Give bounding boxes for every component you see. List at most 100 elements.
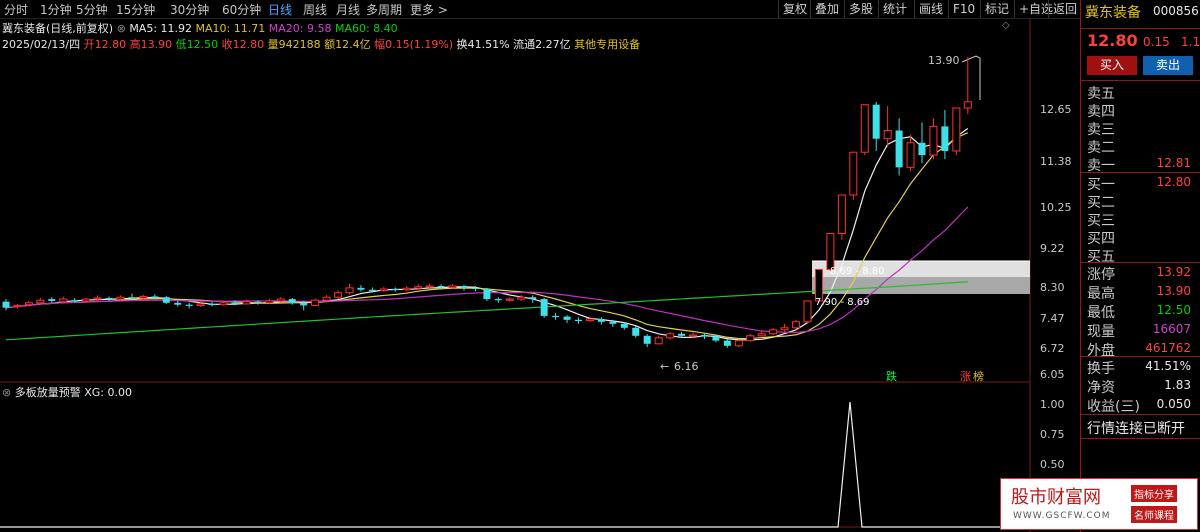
period-tab-5[interactable]: 60分钟 [222, 1, 261, 18]
stats2-row-2: 收益(三) 0.050 [1085, 396, 1197, 415]
toolbar-button-3[interactable]: 统计 [878, 0, 911, 18]
sell-button[interactable]: 卖出 [1143, 56, 1193, 75]
candle-body [941, 126, 949, 151]
stats2-label: 收益(三) [1087, 399, 1140, 415]
candle-body [288, 299, 296, 303]
high-value: 高13.90 [129, 38, 173, 51]
asks-row-3: 卖二 [1085, 137, 1197, 156]
period-tab-3[interactable]: 15分钟 [116, 1, 155, 18]
toolbar-button-6[interactable]: 标记 [980, 0, 1013, 18]
candle-body [746, 335, 755, 342]
candle-body [575, 319, 582, 321]
zone-lower-label: 7.90 - 8.69 [815, 297, 870, 308]
asks-value: 12.81 [1156, 156, 1191, 170]
candle-body [620, 323, 628, 328]
ad-tag-indicator: 指标分享 [1131, 485, 1177, 502]
period-tab-10[interactable]: 更多 > [410, 1, 448, 18]
ad-tag-course: 名师课程 [1131, 506, 1177, 523]
bids-label: 买一 [1087, 177, 1115, 193]
candle-body [849, 151, 858, 196]
ma5-line [5, 127, 969, 341]
candle-body [918, 142, 926, 156]
asks-row-1: 卖四 [1085, 101, 1197, 120]
candle-body [128, 297, 136, 299]
stats1-row-3: 现量 16607 [1085, 321, 1197, 340]
candle-body [116, 296, 125, 300]
period-toolbar: 分时 1分钟 5分钟 15分钟 30分钟 60分钟 日线 周线 月线 多周期 更多 > 复权 叠加 多股统… [0, 0, 1080, 19]
candle-body [231, 302, 239, 305]
candle-body [460, 286, 468, 288]
period-tab-9[interactable]: 多周期 [366, 1, 402, 18]
candle-body [311, 299, 320, 306]
ma60-value: MA60: 8.40 [334, 22, 398, 35]
stats1-label: 最高 [1087, 286, 1115, 302]
stats1-row-1: 最高 13.90 [1085, 283, 1197, 302]
candle-body [242, 301, 251, 305]
period-tab-0[interactable]: 分时 [4, 1, 28, 18]
bids-label: 买五 [1087, 249, 1115, 265]
asks-row-4: 卖一 12.81 [1085, 155, 1197, 174]
diamond-icon[interactable]: ◇ [1002, 20, 1010, 31]
candle-body [36, 299, 45, 304]
period-tab-1[interactable]: 1分钟 [40, 1, 72, 18]
candle-body [906, 142, 915, 168]
price-tick-2: 10.25 [1040, 201, 1072, 214]
stats1-label: 涨停 [1087, 267, 1115, 283]
candlestick-chart[interactable] [0, 0, 1080, 532]
candle-body [552, 315, 560, 318]
candle-body [59, 298, 68, 303]
bids-row-1: 买二 [1085, 192, 1197, 211]
indicator-tick-0: 1.00 [1040, 398, 1065, 411]
candle-body [208, 303, 216, 306]
low-annotation-arrow: ← [660, 360, 670, 373]
buy-button[interactable]: 买入 [1087, 56, 1137, 75]
panel-change-pct: 1.19 [1181, 35, 1200, 49]
amount-value: 额12.4亿 [324, 38, 371, 51]
candle-body [13, 304, 22, 308]
candle-body [872, 104, 880, 139]
ma5-value: MA5: 11.92 [129, 22, 193, 35]
stats1-value: 16607 [1152, 322, 1191, 336]
asks-label: 卖五 [1087, 86, 1115, 102]
period-tab-7[interactable]: 周线 [303, 1, 327, 18]
stats1-value: 12.50 [1156, 303, 1191, 317]
indicator-header: ⊗ 多板放量预警 XG: 0.00 [2, 384, 132, 400]
toolbar-button-1[interactable]: 叠加 [810, 0, 843, 18]
asks-row-2: 卖三 [1085, 119, 1197, 138]
candle-body [437, 286, 445, 288]
toolbar-button-4[interactable]: 画线 [914, 0, 947, 18]
stats2-label: 换手 [1087, 361, 1115, 377]
panel-change: 0.15 [1143, 35, 1170, 49]
high-annotation: 13.90 [928, 54, 960, 67]
watermark-ad[interactable]: 股市财富网 WWW.GSCFW.COM 指标分享 名师课程 [1000, 478, 1198, 530]
period-tab-2[interactable]: 5分钟 [76, 1, 108, 18]
candle-body [379, 288, 388, 291]
indicator-title: 多板放量预警 [14, 386, 81, 399]
stats1-value: 13.92 [1156, 265, 1191, 279]
candle-body [517, 296, 526, 300]
stats1-row-2: 最低 12.50 [1085, 302, 1197, 321]
period-tab-4[interactable]: 30分钟 [170, 1, 209, 18]
toolbar-button-5[interactable]: F10 [948, 0, 979, 18]
toolbar-button-2[interactable]: 多股 [844, 0, 877, 18]
close-value: 收12.80 [221, 38, 265, 51]
candle-body [368, 289, 376, 291]
bids-value: 12.80 [1156, 175, 1191, 189]
period-tab-8[interactable]: 月线 [336, 1, 360, 18]
bids-row-2: 买三 [1085, 210, 1197, 229]
price-tick-3: 9.22 [1040, 242, 1065, 255]
candle-body [563, 316, 571, 320]
bids-label: 买三 [1087, 213, 1115, 229]
rank-tag: 榜 [973, 370, 984, 383]
period-tab-6[interactable]: 日线 [268, 1, 292, 18]
candle-body [952, 107, 961, 152]
ma10-value: MA10: 11.71 [195, 22, 266, 35]
quote-panel: 冀东装备 000856 12.80 0.15 1.19 买入 卖出 卖五卖四卖三… [1080, 0, 1200, 532]
candle-body [700, 335, 708, 337]
indicator-settings-icon[interactable]: ⊗ [2, 386, 11, 399]
settings-icon[interactable]: ⊗ [117, 22, 126, 35]
toolbar-button-8[interactable]: 返回 [1048, 0, 1081, 18]
toolbar-button-0[interactable]: 复权 [778, 0, 811, 18]
candle-body [322, 296, 331, 301]
candle-body [757, 333, 766, 337]
